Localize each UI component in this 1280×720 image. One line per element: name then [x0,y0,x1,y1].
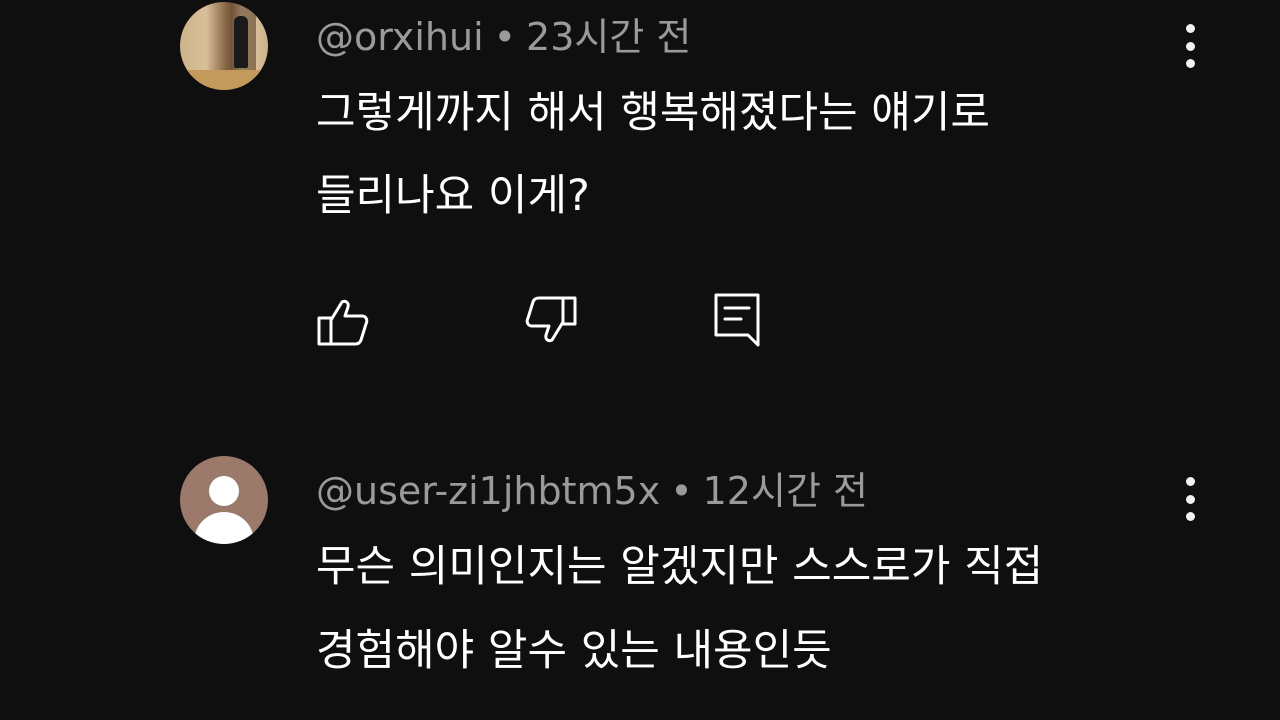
comment-timestamp[interactable]: 12시간 전 [703,469,868,513]
more-vertical-icon [1185,24,1195,33]
more-options-button[interactable] [1172,475,1208,523]
comment-text-line: 들리나요 이게? [316,171,590,221]
comment-meta: @orxihui • 23시간 전 [316,18,691,56]
reply-button[interactable] [712,292,768,348]
comment-text-line: 무슨 의미인지는 알겠지만 스스로가 직접 [316,542,1044,592]
comment-text-line: 경험해야 알수 있는 내용인듯 [316,626,832,676]
more-vertical-icon [1185,494,1195,504]
avatar[interactable] [180,456,268,544]
comment-author[interactable]: @user-zi1jhbtm5x [316,469,660,513]
comment-timestamp[interactable]: 23시간 전 [526,15,691,59]
reply-comment-icon [714,293,760,347]
avatar-photo-figure [234,16,248,68]
avatar[interactable] [180,2,268,90]
default-user-avatar-icon [194,512,254,544]
more-options-button[interactable] [1172,22,1208,70]
dislike-button[interactable] [524,294,580,350]
default-user-avatar-icon [209,476,239,506]
more-vertical-icon [1185,477,1195,486]
meta-separator: • [670,469,693,513]
more-vertical-icon [1185,41,1195,51]
meta-separator: • [493,15,517,59]
comment-meta: @user-zi1jhbtm5x • 12시간 전 [316,472,868,510]
like-button[interactable] [314,294,370,350]
more-vertical-icon [1185,512,1195,521]
more-vertical-icon [1185,59,1195,68]
thumbs-up-icon [317,299,369,346]
comment-author[interactable]: @orxihui [316,15,484,59]
comment-text-line: 그렇게까지 해서 행복해졌다는 얘기로 [316,88,990,138]
thumbs-down-icon [525,296,577,343]
avatar-photo-detail [180,70,268,90]
